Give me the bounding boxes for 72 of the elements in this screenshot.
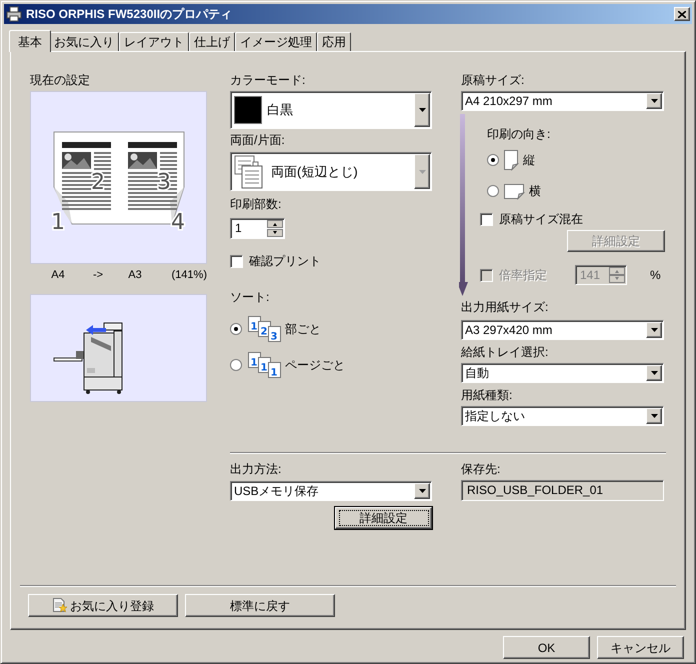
radio-button[interactable] [230,359,242,371]
field-label: 出力方法: [230,461,282,477]
tab[interactable]: 仕上げ [189,32,235,51]
caption-text: -> [92,268,104,283]
field-label: 印刷の向き: [487,126,552,142]
radio-button[interactable] [487,185,499,197]
printer-icon [6,6,22,22]
spin-arrows-icon [609,267,625,283]
checkbox-label: 倍率指定 [499,267,547,284]
radio-button[interactable] [487,154,499,166]
radio-label: 部ごと [285,321,321,338]
field-label: 印刷部数: [230,196,282,212]
dropdown-arrow-icon [650,371,658,375]
button[interactable]: 標準に戻す [185,594,335,617]
window-title: RISO ORPHIS FW5230IIのプロパティ [26,6,232,23]
field-label: 原稿サイズ: [461,72,526,88]
button[interactable]: 詳細設定 [335,507,432,529]
field-label: 現在の設定 [30,72,91,88]
close-button[interactable] [674,7,690,21]
down-arrow-icon [459,114,471,296]
dropdown-arrow-icon [650,99,658,103]
page-number: 1 [51,210,65,235]
checkbox-label: 原稿サイズ混在 [499,211,583,228]
checkbox[interactable] [480,212,493,226]
tab[interactable]: 応用 [317,32,351,51]
unit-label: % [650,267,661,284]
field-label: 保存先: [461,461,502,477]
field-label: 両面/片面: [230,132,286,148]
tab[interactable]: お気に入り [49,32,119,51]
caption-text: A4 [50,268,66,283]
field-label: カラーモード: [230,72,306,88]
button: 詳細設定 [567,230,665,252]
copies-spinner[interactable]: 1 [230,218,285,239]
button[interactable]: OK [503,636,590,659]
field-label: ソート: [230,289,270,305]
close-icon [678,10,686,18]
field-label: 用紙種類: [461,387,514,403]
document-star-icon [52,598,67,613]
spin-arrows-icon [267,220,283,237]
landscape-page-icon [503,182,525,200]
dropdown[interactable]: A4 210x297 mm [461,91,664,111]
printer-drawing [54,322,122,394]
button[interactable]: キャンセル [597,636,684,659]
caption-text: (141%) [170,268,207,283]
dropdown[interactable]: A3 297x420 mm [461,320,664,340]
checkbox-label: 確認プリント [249,253,321,270]
field-label: 給紙トレイ選択: [461,344,550,360]
swatch-icon [233,93,263,127]
tab[interactable]: イメージ処理 [235,32,317,51]
portrait-page-icon [503,149,519,171]
save-location-field: RISO_USB_FOLDER_01 [461,480,664,501]
dropdown-arrow-icon [418,489,426,493]
checkbox[interactable] [230,254,243,268]
dropdown-arrow-icon [418,108,426,112]
tab[interactable]: 基本 [9,30,51,52]
caption-text: A3 [127,268,143,283]
field-label: 出力用紙サイズ: [461,299,550,315]
dropdown[interactable]: 自動 [461,363,664,383]
dropdown[interactable]: 指定しない [461,406,664,426]
dropdown-arrow-icon [418,170,426,174]
radio-label: ページごと [285,357,345,374]
dropdown-arrow-icon [650,414,658,418]
tab[interactable]: レイアウト [119,32,189,51]
radio-label: 横 [529,183,541,200]
color-mode-dropdown[interactable]: 白黒 [230,91,432,129]
radio-label: 縦 [523,152,535,169]
dropdown[interactable]: USBメモリ保存 [230,481,432,501]
button[interactable]: お気に入り登録 [28,594,178,617]
dropdown-arrow-icon [650,328,658,332]
zoom-spinner: 141 [575,265,627,285]
radio-button[interactable] [230,323,242,335]
page-number: 4 [171,210,185,235]
